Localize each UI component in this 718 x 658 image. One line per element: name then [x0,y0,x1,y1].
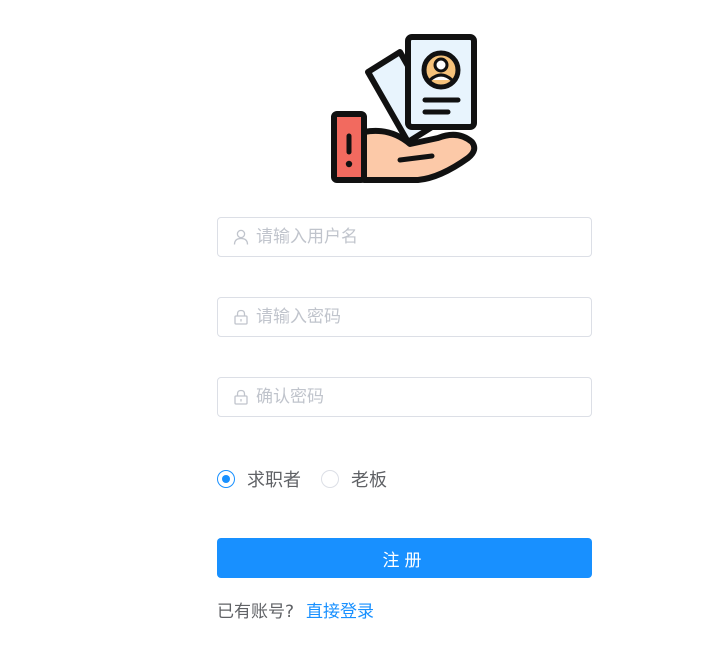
login-link[interactable]: 直接登录 [306,602,374,622]
username-input[interactable] [256,219,591,255]
lock-icon [233,309,249,325]
login-prompt-row: 已有账号? 直接登录 [217,597,374,622]
confirm-password-input[interactable] [256,379,591,415]
username-field[interactable] [217,217,592,257]
role-label-job-seeker: 求职者 [247,470,301,491]
radio-checked-icon[interactable] [217,470,235,488]
password-input[interactable] [256,299,591,335]
lock-icon [233,389,249,405]
register-button[interactable]: 注册 [217,538,592,578]
role-radio-boss[interactable]: 老板 [321,466,387,492]
app-logo [330,32,482,184]
confirm-password-field[interactable] [217,377,592,417]
role-label-boss: 老板 [351,470,387,491]
hand-holding-resume-icon [331,34,478,183]
user-icon [233,229,249,245]
radio-unchecked-icon[interactable] [321,470,339,488]
password-field[interactable] [217,297,592,337]
role-radio-job-seeker[interactable]: 求职者 [217,466,301,492]
login-prompt-text: 已有账号? [217,602,295,622]
role-radio-group: 求职者 老板 [217,467,407,491]
